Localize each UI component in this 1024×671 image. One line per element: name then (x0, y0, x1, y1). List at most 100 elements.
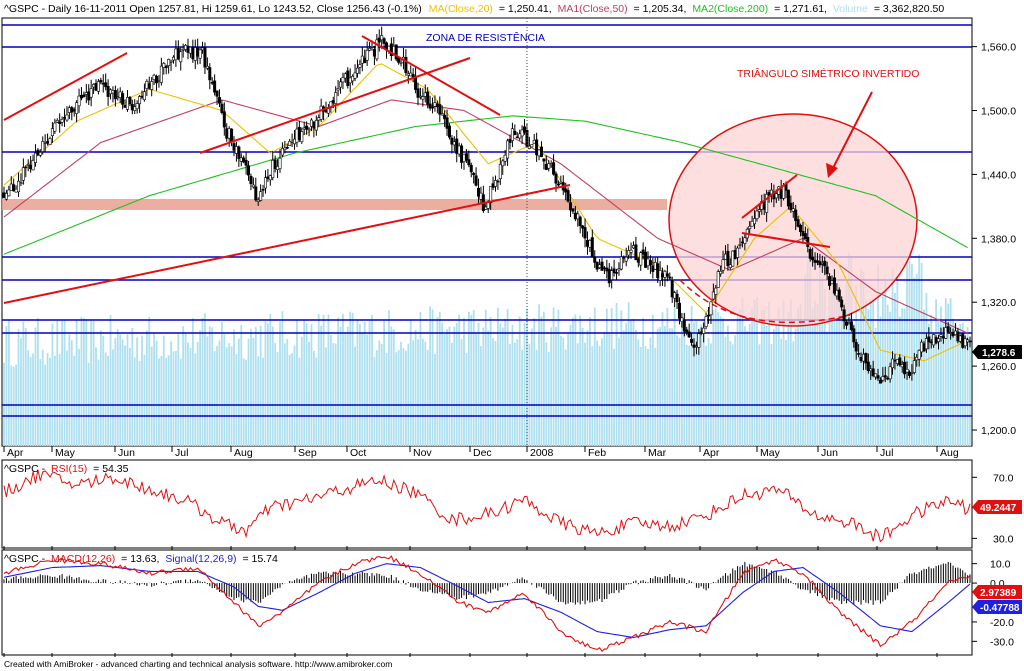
candle-body-208 (506, 140, 510, 159)
volume-bar-214 (521, 349, 524, 446)
volume-bar-6 (17, 329, 20, 446)
volume-bar-242 (588, 317, 591, 446)
volume-bar-197 (480, 346, 482, 446)
candle-body-77 (188, 46, 192, 54)
volume-bar-306 (743, 326, 746, 446)
candle-body-121 (295, 128, 299, 143)
candle-body-178 (433, 102, 437, 107)
candle-body-10 (26, 163, 30, 166)
volume-bar-327 (794, 328, 797, 446)
volume-bar-218 (530, 328, 533, 446)
volume-bar-16 (41, 349, 44, 446)
candle-body-291 (707, 314, 711, 317)
candle-body-271 (658, 270, 662, 281)
volume-bar-208 (506, 309, 509, 446)
candle-body-202 (491, 183, 495, 188)
volume-bar-49 (121, 339, 124, 446)
candle-body-215 (523, 126, 527, 133)
candle-body-262 (636, 258, 640, 263)
volume-bar-132 (322, 314, 325, 446)
rsi-pane[interactable]: ^GSPC - RSI(15) = 54.35 30.0 70.0 49.2447 (1, 459, 1022, 550)
macd-header-prefix: ^GSPC - (4, 553, 46, 565)
candle-body-309 (750, 221, 754, 227)
volume-bar-200 (487, 330, 490, 446)
volume-bar-279 (678, 337, 681, 446)
volume-bar-160 (390, 326, 393, 446)
volume-bar-48 (119, 334, 122, 446)
candle-body-100 (244, 159, 248, 166)
candle-body-349 (847, 322, 851, 325)
rsi-y-label-0: 30.0 (993, 533, 1014, 545)
volume-bar-284 (690, 305, 693, 446)
volume-bar-399 (969, 338, 971, 446)
volume-bar-261 (634, 329, 637, 446)
volume-bar-65 (160, 355, 163, 446)
volume-bar-123 (300, 336, 303, 446)
candle-body-118 (288, 141, 292, 146)
candle-body-355 (861, 353, 865, 362)
volume-bar-226 (550, 327, 553, 446)
volume-bar-93 (228, 343, 231, 446)
candle-body-70 (171, 56, 175, 61)
volume-bar-95 (233, 329, 235, 446)
volume-bar-271 (659, 326, 662, 446)
volume-bar-59 (145, 330, 148, 446)
candle-body-258 (627, 250, 631, 256)
volume-bar-162 (395, 352, 398, 446)
volume-bar-149 (363, 322, 366, 446)
volume-bar-347 (843, 311, 846, 446)
candle-body-357 (866, 361, 870, 371)
candle-body-91 (222, 111, 226, 128)
volume-bar-381 (925, 293, 928, 446)
volume-bar-288 (700, 324, 703, 446)
volume-bar-207 (504, 318, 507, 446)
candle-body-5 (14, 188, 18, 193)
volume-bar-61 (150, 346, 153, 446)
candle-body-102 (249, 176, 253, 185)
price-pane[interactable]: ZONA DE RESISTÊNCIA TRIÂNGULO SIMÉTRICO … (1, 3, 1022, 459)
candle-body-40 (99, 79, 103, 83)
volume-bar-34 (85, 319, 88, 446)
volume-bar-239 (581, 327, 584, 446)
candle-body-95 (232, 143, 236, 151)
chart-canvas[interactable]: ZONA DE RESISTÊNCIA TRIÂNGULO SIMÉTRICO … (0, 0, 1024, 671)
macd-pane[interactable]: ^GSPC - MACD(12,26) = 13.63, Signal(12,2… (1, 549, 1022, 657)
volume-bar-304 (739, 308, 741, 446)
candle-body-47 (116, 96, 120, 99)
macd-plot-area (1, 549, 973, 656)
volume-bar-27 (68, 334, 71, 446)
volume-bar-67 (165, 358, 168, 446)
candle-body-327 (794, 209, 798, 222)
candle-body-140 (341, 77, 345, 83)
candle-body-89 (217, 97, 221, 104)
x-tick-label-10: Feb (588, 447, 606, 459)
candle-body-179 (435, 103, 439, 108)
candle-body-36 (89, 88, 93, 98)
volume-bar-236 (574, 314, 577, 446)
volume-bar-94 (230, 346, 233, 446)
candle-body-270 (656, 263, 660, 279)
candle-body-244 (593, 256, 597, 263)
candle-body-245 (595, 261, 599, 270)
x-tick-label-6: Oct (350, 447, 366, 459)
candle-body-293 (711, 291, 715, 300)
candle-body-374 (907, 371, 911, 376)
candle-body-201 (489, 186, 493, 204)
volume-bar-38 (95, 347, 97, 446)
candle-body-209 (508, 138, 512, 143)
candle-body-139 (339, 81, 343, 88)
volume-bar-125 (305, 323, 308, 446)
last-price-tag: 1,278.6 (972, 345, 1022, 359)
candle-body-183 (445, 117, 449, 129)
candle-body-334 (811, 256, 815, 261)
candle-body-367 (891, 358, 895, 369)
volume-bar-235 (572, 317, 574, 446)
candle-body-57 (140, 95, 144, 98)
volume-bar-233 (567, 333, 570, 446)
volume-bar-201 (489, 316, 492, 446)
candle-body-152 (370, 46, 374, 48)
volume-bar-320 (777, 307, 780, 446)
volume-bar-114 (279, 321, 281, 446)
volume-bar-365 (886, 304, 889, 446)
volume-bar-106 (259, 325, 262, 446)
